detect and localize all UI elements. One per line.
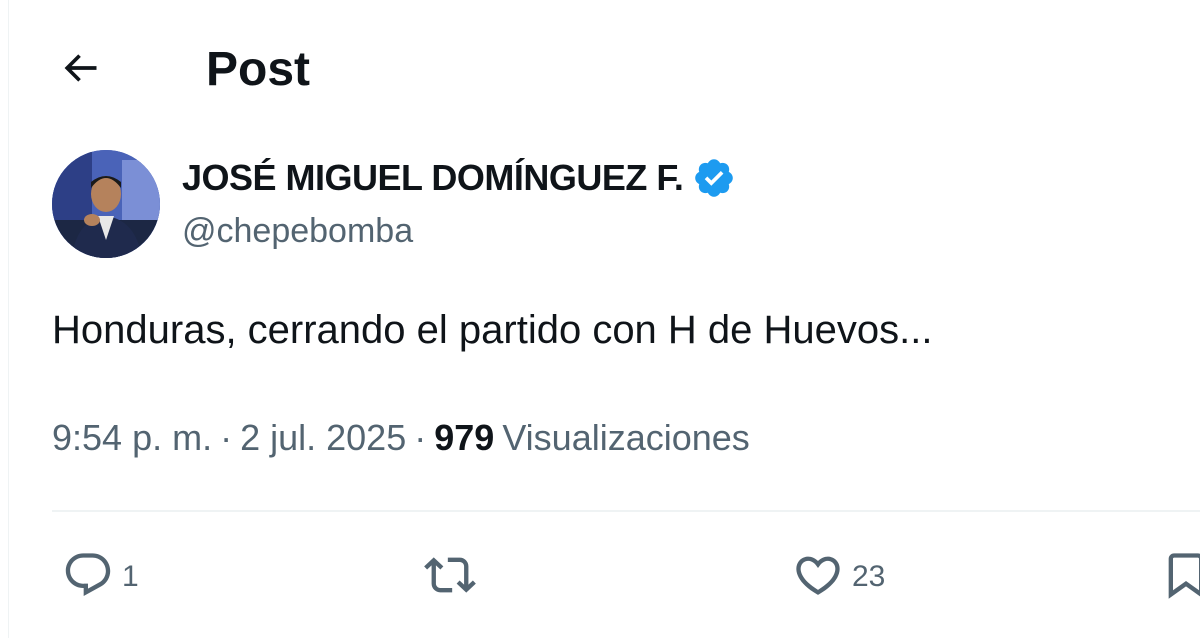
like-count: 23 — [852, 560, 886, 593]
views-count: 979 — [434, 417, 495, 458]
post-text: Honduras, cerrando el partido con H de H… — [52, 308, 933, 352]
post-date[interactable]: 2 jul. 2025 — [240, 414, 406, 462]
reply-icon — [62, 549, 114, 606]
like-icon — [792, 549, 844, 606]
repost-icon — [424, 549, 476, 606]
post-time[interactable]: 9:54 p. m. — [52, 414, 212, 462]
post-header: Post — [0, 30, 1200, 110]
author-name-row: JOSÉ MIGUEL DOMÍNGUEZ F. — [182, 154, 737, 202]
post-actions: 1 23 — [52, 540, 1200, 614]
post-author: JOSÉ MIGUEL DOMÍNGUEZ F. @chepebomba — [52, 150, 1152, 260]
divider — [52, 510, 1200, 512]
author-name[interactable]: JOSÉ MIGUEL DOMÍNGUEZ F. — [182, 157, 684, 199]
bookmark-button[interactable] — [1160, 540, 1200, 614]
repost-button[interactable] — [424, 540, 484, 614]
arrow-left-icon — [58, 46, 102, 95]
reply-count: 1 — [122, 560, 139, 593]
reply-button[interactable]: 1 — [62, 540, 139, 614]
bookmark-icon — [1160, 549, 1200, 606]
avatar[interactable] — [52, 150, 160, 258]
author-handle[interactable]: @chepebomba — [182, 208, 413, 254]
page-title: Post — [206, 43, 311, 96]
back-button[interactable] — [52, 42, 108, 98]
like-button[interactable]: 23 — [792, 540, 885, 614]
views-label: Visualizaciones — [502, 417, 750, 458]
meta-separator: · — [220, 417, 233, 458]
post-page: Post JOSÉ MIGUEL DOMÍNGUEZ F. @chepebomb… — [0, 0, 1200, 638]
meta-separator: · — [414, 417, 427, 458]
post-meta: 9:54 p. m. · 2 jul. 2025 · 979 Visualiza… — [52, 414, 750, 462]
verified-badge-icon[interactable] — [691, 155, 737, 201]
